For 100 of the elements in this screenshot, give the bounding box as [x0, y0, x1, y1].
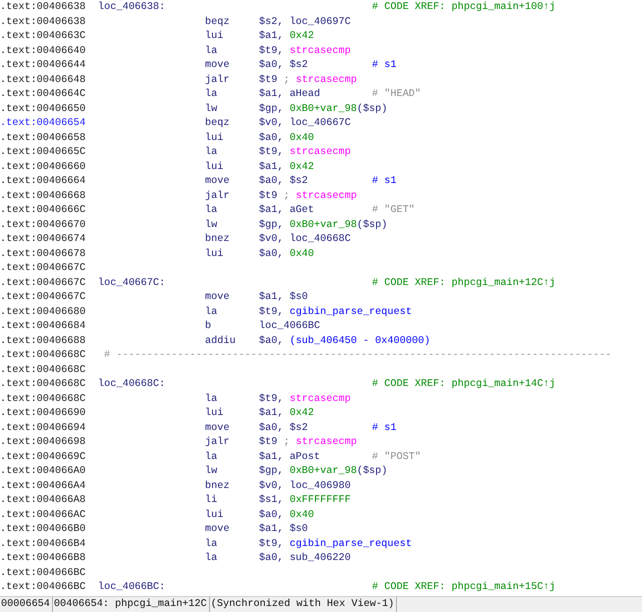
mnemonic: la: [205, 450, 218, 464]
comment: # "HEAD": [372, 88, 421, 102]
operands: $a1, aGet: [259, 204, 314, 218]
mnemonic: lw: [205, 102, 218, 116]
address: .text:0040669C: [0, 450, 86, 464]
operands: loc_4066BC: [259, 320, 320, 334]
mnemonic: lui: [205, 30, 224, 44]
operands: $t9, cgibin_parse_request: [259, 306, 412, 320]
operands: $t9 ; strcasecmp: [259, 190, 357, 204]
operands: $a0, 0x40: [259, 132, 314, 146]
mnemonic: bnez: [205, 480, 230, 494]
address: .text:00406684: [0, 320, 86, 334]
operands: $a0, $s2: [259, 422, 308, 436]
operands: $a1, aHead: [259, 88, 320, 102]
comment: # s1: [372, 59, 396, 73]
mnemonic: lui: [205, 248, 224, 262]
operands: $a0, $s2: [259, 175, 308, 189]
mnemonic: la: [205, 552, 218, 566]
mnemonic: la: [205, 146, 218, 160]
address: .text:0040668C: [0, 392, 86, 406]
mnemonic: lui: [205, 160, 224, 174]
address: .text:00406650: [0, 102, 86, 116]
address: .text:0040668C: [0, 364, 86, 378]
mnemonic: jalr: [205, 436, 230, 450]
operands: $gp, 0xB0+var_98($sp): [259, 102, 388, 116]
operands: $a0, 0x40: [259, 248, 314, 262]
operands: $s2, loc_40697C: [259, 16, 351, 30]
mnemonic: jalr: [205, 74, 230, 88]
operands: $gp, 0xB0+var_98($sp): [259, 218, 388, 232]
address: .text:00406694: [0, 422, 86, 436]
address: .text:004066BC: [0, 581, 86, 595]
operands: $gp, 0xB0+var_98($sp): [259, 465, 388, 479]
address: .text:004066A8: [0, 494, 86, 508]
status-text: (Synchronized with Hex View-1): [210, 596, 398, 612]
address: .text:00406644: [0, 59, 86, 73]
address: .text:0040663C: [0, 30, 86, 44]
address: .text:00406690: [0, 407, 86, 421]
mnemonic: b: [205, 320, 212, 334]
operands: $v0, loc_40668C: [259, 233, 351, 247]
mnemonic: move: [205, 422, 230, 436]
address: .text:0040668C: [0, 378, 86, 392]
address: .text:0040667C: [0, 262, 86, 276]
code-label: loc_40668C:: [98, 378, 166, 392]
operands: $a1, aPost: [259, 450, 320, 464]
mnemonic: li: [205, 494, 218, 508]
code-label: loc_4066BC:: [98, 581, 166, 595]
comment: # CODE XREF: phpcgi_main+14C↑j: [372, 378, 556, 392]
mnemonic: la: [205, 306, 218, 320]
address: .text:004066AC: [0, 508, 86, 522]
address: .text:0040664C: [0, 88, 86, 102]
operands: $a1, $s0: [259, 523, 308, 537]
comment: # "GET": [372, 204, 415, 218]
address: .text:00406654: [0, 117, 86, 131]
mnemonic: la: [205, 88, 218, 102]
separator-comment: # ---------------------------------------------------------------------------------: [104, 349, 612, 363]
address: .text:0040668C: [0, 349, 86, 363]
operands: $a0, 0x40: [259, 508, 314, 522]
mnemonic: jalr: [205, 190, 230, 204]
code-label: loc_406638:: [98, 1, 166, 15]
operands: $a1, 0x42: [259, 407, 314, 421]
comment: # CODE XREF: phpcgi_main+15C↑j: [372, 581, 556, 595]
address: .text:00406668: [0, 190, 86, 204]
comment: # s1: [372, 422, 396, 436]
address: .text:00406648: [0, 74, 86, 88]
address: .text:00406640: [0, 44, 86, 58]
mnemonic: la: [205, 538, 218, 552]
address: .text:00406638: [0, 1, 86, 15]
code-label: loc_40667C:: [98, 276, 166, 290]
address: .text:00406670: [0, 218, 86, 232]
operands: $s1, 0xFFFFFFFF: [259, 494, 351, 508]
mnemonic: lui: [205, 132, 224, 146]
mnemonic: lui: [205, 508, 224, 522]
address: .text:00406680: [0, 306, 86, 320]
address: .text:004066B4: [0, 538, 86, 552]
operands: $t9, cgibin_parse_request: [259, 538, 412, 552]
operands: $t9, strcasecmp: [259, 392, 351, 406]
operands: $a1, 0x42: [259, 30, 314, 44]
address: .text:00406674: [0, 233, 86, 247]
status-text: 00006654: [0, 596, 53, 612]
address: .text:0040667C: [0, 276, 86, 290]
mnemonic: move: [205, 523, 230, 537]
operands: $a0, sub_406220: [259, 552, 351, 566]
status-text: 00406654: phpcgi_main+12C: [52, 596, 210, 612]
address: .text:004066B0: [0, 523, 86, 537]
mnemonic: lw: [205, 218, 218, 232]
mnemonic: la: [205, 392, 218, 406]
operands: $t9 ; strcasecmp: [259, 436, 357, 450]
comment: # "POST": [372, 450, 421, 464]
address: .text:0040665C: [0, 146, 86, 160]
address: .text:00406678: [0, 248, 86, 262]
address: .text:004066A4: [0, 480, 86, 494]
address: .text:004066B8: [0, 552, 86, 566]
comment: # CODE XREF: phpcgi_main+100↑j: [372, 1, 556, 15]
comment: # CODE XREF: phpcgi_main+12C↑j: [372, 276, 556, 290]
mnemonic: bnez: [205, 233, 230, 247]
operands: $a0, (sub_406450 - 0x400000): [259, 334, 430, 348]
operands: $t9, strcasecmp: [259, 44, 351, 58]
comment: # s1: [372, 175, 396, 189]
address: .text:00406664: [0, 175, 86, 189]
mnemonic: lw: [205, 465, 218, 479]
